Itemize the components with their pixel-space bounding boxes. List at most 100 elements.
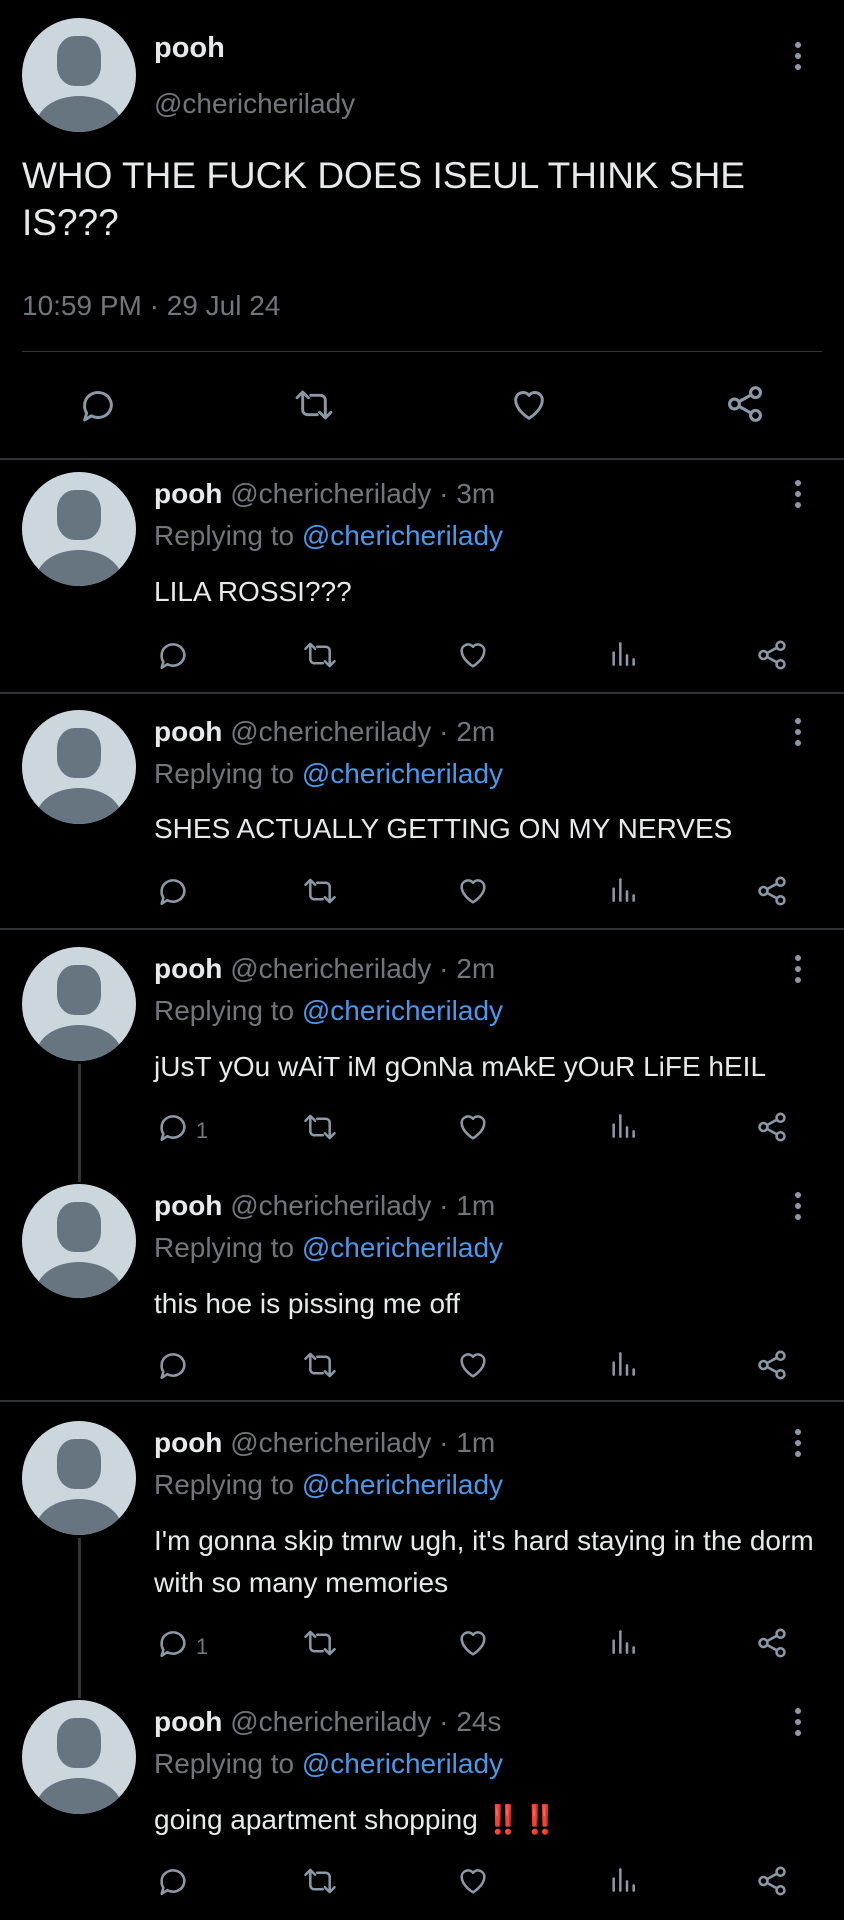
views-icon[interactable] [608, 874, 638, 906]
reply-icon[interactable] [156, 1626, 190, 1660]
heart-icon[interactable] [455, 638, 491, 672]
replying-to: Replying to @chericherilady [154, 1748, 503, 1780]
heart-icon[interactable] [455, 1348, 491, 1382]
reply-text: jUsT yOu wAiT iM gOnNa mAkE yOuR LiFE hE… [154, 1051, 767, 1082]
retweet-icon[interactable] [302, 1626, 338, 1660]
author-handle-time[interactable]: @chericherilady · 1m [230, 1190, 495, 1221]
replying-to-mention[interactable]: @chericherilady [302, 995, 503, 1026]
reply-header: pooh @chericherilady · 3m [154, 478, 495, 510]
author-handle[interactable]: @chericherilady [154, 88, 355, 120]
reply-text-content: going apartment shopping [154, 1804, 478, 1835]
retweet-icon[interactable] [302, 874, 338, 908]
avatar[interactable] [22, 1700, 136, 1814]
heart-icon[interactable] [508, 385, 550, 425]
heart-icon[interactable] [455, 1110, 491, 1144]
replying-to-mention[interactable]: @chericherilady [302, 1748, 503, 1779]
tweet-text: WHO THE FUCK DOES ISEUL THINK SHE IS??? [22, 155, 745, 243]
replying-to-mention[interactable]: @chericherilady [302, 758, 503, 789]
avatar[interactable] [22, 947, 136, 1061]
author-name[interactable]: pooh [154, 1190, 222, 1221]
reply-text: going apartment shopping ‼️‼️ [154, 1799, 814, 1841]
author-handle-time[interactable]: @chericherilady · 2m [230, 716, 495, 747]
more-vertical-icon[interactable] [793, 955, 803, 983]
share-icon[interactable] [755, 1110, 789, 1144]
avatar[interactable] [22, 1184, 136, 1298]
retweet-icon[interactable] [302, 1348, 338, 1382]
author-handle-time[interactable]: @chericherilady · 3m [230, 478, 495, 509]
reply-text: this hoe is pissing me off [154, 1288, 461, 1319]
divider [0, 692, 844, 694]
more-vertical-icon[interactable] [793, 1708, 803, 1736]
divider [0, 1400, 844, 1402]
replying-to: Replying to @chericherilady [154, 1232, 503, 1264]
share-icon[interactable] [755, 638, 789, 672]
reply-icon[interactable] [156, 1864, 190, 1898]
more-vertical-icon[interactable] [793, 42, 803, 70]
author-handle-time[interactable]: @chericherilady · 1m [230, 1427, 495, 1458]
thread-line [78, 1064, 81, 1182]
reply-count: 1 [196, 1634, 209, 1659]
author-name[interactable]: pooh [154, 716, 222, 747]
divider [22, 351, 822, 352]
more-vertical-icon[interactable] [793, 718, 803, 746]
double-exclamation-emoji: ‼️‼️ [485, 1804, 560, 1835]
reply-text: LILA ROSSI??? [154, 576, 352, 607]
author-name[interactable]: pooh [154, 478, 222, 509]
heart-icon[interactable] [455, 1864, 491, 1898]
share-icon[interactable] [755, 1626, 789, 1660]
share-icon[interactable] [755, 1864, 789, 1898]
more-vertical-icon[interactable] [793, 480, 803, 508]
reply-icon[interactable] [156, 1110, 190, 1144]
heart-icon[interactable] [455, 1626, 491, 1660]
reply-text: I'm gonna skip tmrw ugh, it's hard stayi… [154, 1525, 814, 1598]
replying-to-label: Replying to [154, 1469, 302, 1500]
author-handle-time[interactable]: @chericherilady · 24s [230, 1706, 501, 1737]
more-vertical-icon[interactable] [793, 1192, 803, 1220]
reply-header: pooh @chericherilady · 1m [154, 1427, 495, 1459]
replying-to-label: Replying to [154, 995, 302, 1026]
author-name[interactable]: pooh [154, 32, 225, 65]
views-icon[interactable] [608, 1864, 638, 1896]
retweet-icon[interactable] [302, 1110, 338, 1144]
views-icon[interactable] [608, 1348, 638, 1380]
replying-to-mention[interactable]: @chericherilady [302, 1232, 503, 1263]
views-icon[interactable] [608, 638, 638, 670]
heart-icon[interactable] [455, 874, 491, 908]
tweet-timestamp[interactable]: 10:59 PM · 29 Jul 24 [22, 290, 280, 322]
reply-icon[interactable] [78, 385, 118, 425]
replying-to: Replying to @chericherilady [154, 520, 503, 552]
reply-header: pooh @chericherilady · 24s [154, 1706, 501, 1738]
author-name[interactable]: pooh [154, 1706, 222, 1737]
replying-to-label: Replying to [154, 1748, 302, 1779]
divider [0, 458, 844, 460]
replying-to-mention[interactable]: @chericherilady [302, 1469, 503, 1500]
author-name[interactable]: pooh [154, 1427, 222, 1458]
share-icon[interactable] [755, 874, 789, 908]
reply-text: SHES ACTUALLY GETTING ON MY NERVES [154, 813, 733, 844]
avatar[interactable] [22, 18, 136, 132]
avatar[interactable] [22, 1421, 136, 1535]
replying-to-mention[interactable]: @chericherilady [302, 520, 503, 551]
reply-header: pooh @chericherilady · 1m [154, 1190, 495, 1222]
share-icon[interactable] [724, 383, 766, 425]
retweet-icon[interactable] [302, 638, 338, 672]
author-name[interactable]: pooh [154, 953, 222, 984]
reply-icon[interactable] [156, 1348, 190, 1382]
retweet-icon[interactable] [293, 385, 335, 425]
more-vertical-icon[interactable] [793, 1429, 803, 1457]
reply-icon[interactable] [156, 874, 190, 908]
views-icon[interactable] [608, 1626, 638, 1658]
replying-to: Replying to @chericherilady [154, 758, 503, 790]
retweet-icon[interactable] [302, 1864, 338, 1898]
replying-to-label: Replying to [154, 1232, 302, 1263]
author-handle-time[interactable]: @chericherilady · 2m [230, 953, 495, 984]
reply-icon[interactable] [156, 638, 190, 672]
thread-line [78, 1538, 81, 1698]
replying-to: Replying to @chericherilady [154, 995, 503, 1027]
divider [0, 928, 844, 930]
views-icon[interactable] [608, 1110, 638, 1142]
reply-header: pooh @chericherilady · 2m [154, 716, 495, 748]
avatar[interactable] [22, 710, 136, 824]
avatar[interactable] [22, 472, 136, 586]
share-icon[interactable] [755, 1348, 789, 1382]
